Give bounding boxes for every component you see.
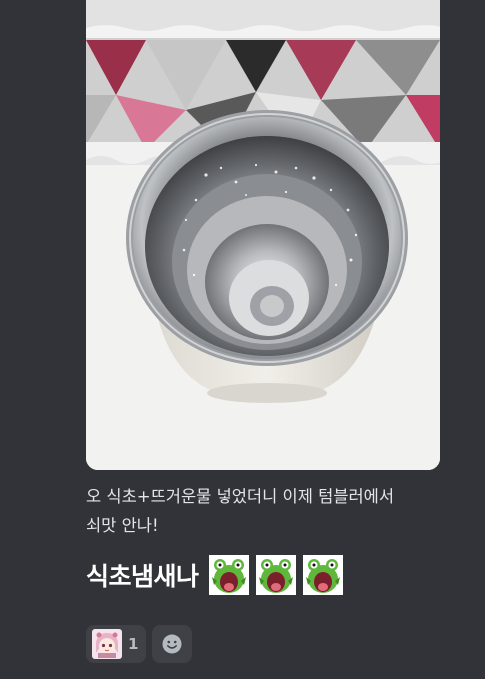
message-text-line-2: 쇠맛 안나! (86, 516, 159, 535)
message-text: 오 식초+뜨거운물 넣었더니 이제 텀블러에서 쇠맛 안나! (86, 482, 466, 540)
green-frog-screaming-emote[interactable] (208, 555, 249, 595)
reaction-count: 1 (128, 635, 139, 653)
anime-girl-sticker-emote (92, 629, 122, 659)
big-emote-line: 식초냄새나 (86, 553, 343, 597)
green-frog-screaming-emote[interactable] (255, 555, 296, 595)
big-message-text: 식초냄새나 (86, 562, 199, 591)
reactions-bar: 1 (86, 625, 193, 663)
reaction-anime-girl[interactable]: 1 (86, 625, 147, 663)
add-reaction-button[interactable] (152, 625, 193, 663)
message-text-line-1: 오 식초+뜨거운물 넣었더니 이제 텀블러에서 (86, 487, 395, 506)
add-reaction-icon (162, 634, 182, 654)
chat-message: 오 식초+뜨거운물 넣었더니 이제 텀블러에서 쇠맛 안나! 식초냄새나 1 (0, 0, 485, 679)
green-frog-screaming-emote[interactable] (302, 555, 343, 595)
tumbler-photo (86, 0, 440, 470)
image-attachment[interactable] (86, 0, 440, 470)
